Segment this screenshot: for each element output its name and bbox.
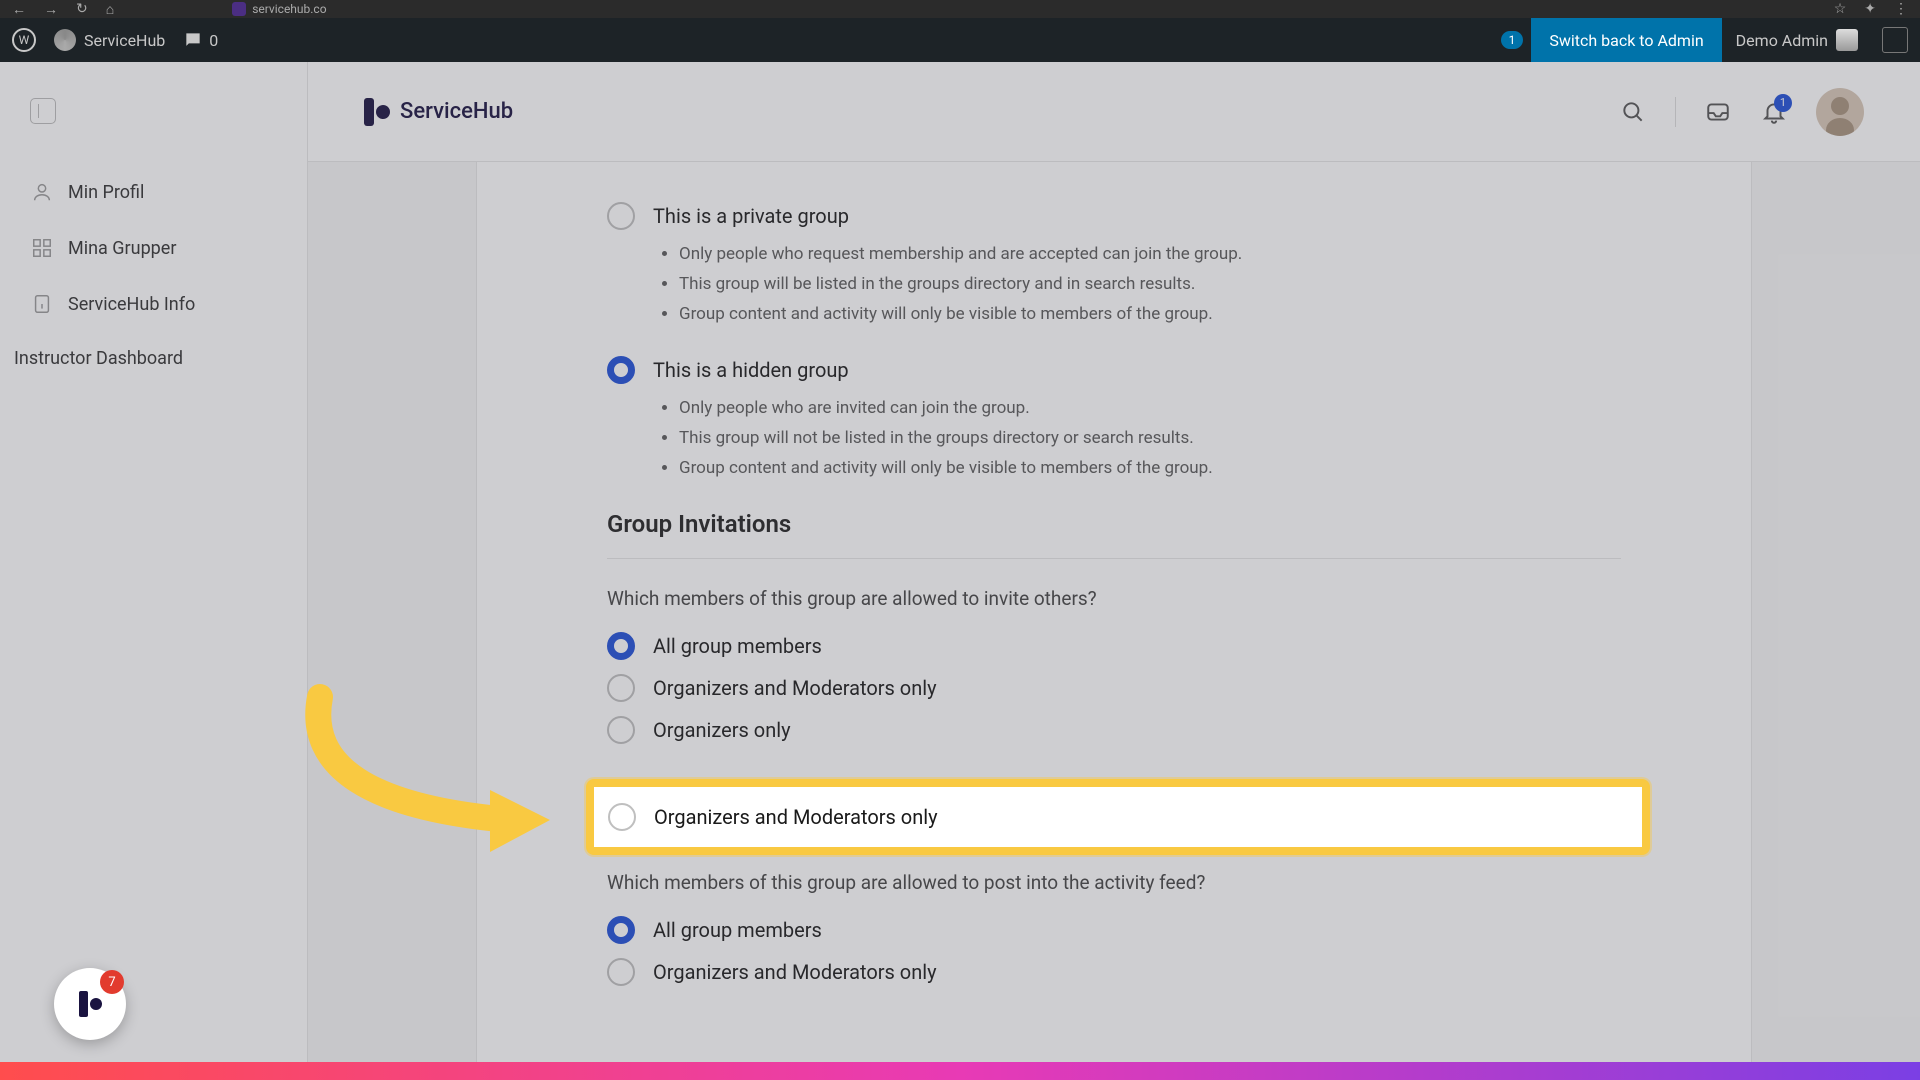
detail-item: Group content and activity will only be … bbox=[679, 300, 1621, 328]
sidebar-item-label: Mina Grupper bbox=[68, 238, 176, 259]
detail-item: Only people who are invited can join the… bbox=[679, 394, 1621, 422]
inbox-button[interactable] bbox=[1704, 98, 1732, 126]
privacy-option-private[interactable]: This is a private group bbox=[607, 202, 1621, 230]
brand-name: ServiceHub bbox=[400, 99, 513, 124]
radio-label: Organizers and Moderators only bbox=[653, 960, 937, 984]
logo-icon bbox=[364, 98, 390, 126]
sidebar-item-label: Instructor Dashboard bbox=[14, 348, 183, 369]
topbar: ServiceHub 1 bbox=[308, 62, 1920, 162]
radio-label: All group members bbox=[653, 918, 822, 942]
gradient-bar bbox=[0, 1062, 1920, 1080]
sidebar-item-profile[interactable]: Min Profil bbox=[0, 164, 307, 220]
switch-back-button[interactable]: Switch back to Admin bbox=[1531, 18, 1721, 62]
help-bubble[interactable]: 7 bbox=[54, 968, 126, 1040]
url-text: servicehub.co bbox=[252, 2, 326, 16]
section-heading-invitations: Group Invitations bbox=[607, 510, 1621, 559]
browser-menu-icon[interactable]: ⋮ bbox=[1894, 1, 1908, 17]
user-icon bbox=[30, 180, 54, 204]
radio-label: Organizers only bbox=[653, 718, 791, 742]
divider bbox=[1675, 97, 1676, 127]
main: ServiceHub 1 This is bbox=[308, 62, 1920, 1080]
invitations-subtext: Which members of this group are allowed … bbox=[607, 587, 1621, 610]
activity-option-organizers-moderators[interactable]: Organizers and Moderators only bbox=[607, 958, 1621, 986]
site-name[interactable]: ServiceHub bbox=[84, 31, 165, 50]
admin-username: Demo Admin bbox=[1736, 31, 1828, 50]
screen-options-icon[interactable] bbox=[1882, 27, 1908, 53]
sidebar-item-groups[interactable]: Mina Grupper bbox=[0, 220, 307, 276]
sidebar-item-instructor[interactable]: Instructor Dashboard bbox=[0, 332, 307, 385]
search-icon bbox=[1620, 99, 1646, 125]
comment-icon bbox=[183, 30, 203, 50]
wp-admin-bar: W ServiceHub 0 1 Switch back to Admin De… bbox=[0, 18, 1920, 62]
notifications-button[interactable]: 1 bbox=[1760, 98, 1788, 126]
highlight-label: Organizers and Moderators only bbox=[654, 805, 938, 829]
radio-icon[interactable] bbox=[607, 202, 635, 230]
detail-item: This group will not be listed in the gro… bbox=[679, 424, 1621, 452]
arrow-annotation bbox=[290, 682, 570, 886]
grid-icon bbox=[30, 236, 54, 260]
activity-subtext: Which members of this group are allowed … bbox=[607, 871, 1621, 894]
app: Min Profil Mina Grupper ServiceHub Info … bbox=[0, 62, 1920, 1080]
browser-chrome: ← → ↻ ⌂ servicehub.co ☆ ✦ ⋮ bbox=[0, 0, 1920, 18]
detail-item: This group will be listed in the groups … bbox=[679, 270, 1621, 298]
radio-label: This is a private group bbox=[653, 204, 849, 228]
extensions-icon[interactable]: ✦ bbox=[1864, 1, 1876, 17]
admin-user-menu[interactable]: Demo Admin bbox=[1722, 29, 1872, 51]
site-icon[interactable] bbox=[54, 29, 76, 51]
sidebar: Min Profil Mina Grupper ServiceHub Info … bbox=[0, 62, 308, 1080]
info-icon bbox=[30, 292, 54, 316]
forward-icon[interactable]: → bbox=[44, 1, 58, 18]
sidebar-item-label: Min Profil bbox=[68, 182, 144, 203]
avatar-icon bbox=[1836, 29, 1858, 51]
comments-link[interactable]: 0 bbox=[183, 30, 218, 50]
radio-icon[interactable] bbox=[607, 632, 635, 660]
notification-badge: 1 bbox=[1774, 94, 1792, 112]
privacy-option-hidden[interactable]: This is a hidden group bbox=[607, 356, 1621, 384]
detail-item: Only people who request membership and a… bbox=[679, 240, 1621, 268]
invitations-option-organizers[interactable]: Organizers only bbox=[607, 716, 1621, 744]
search-button[interactable] bbox=[1619, 98, 1647, 126]
comments-count: 0 bbox=[209, 31, 218, 50]
invitations-option-organizers-moderators[interactable]: Organizers and Moderators only bbox=[607, 674, 1621, 702]
favicon-icon bbox=[232, 2, 246, 16]
back-icon[interactable]: ← bbox=[12, 1, 26, 18]
invitations-option-all[interactable]: All group members bbox=[607, 632, 1621, 660]
wordpress-icon[interactable]: W bbox=[12, 28, 36, 52]
hidden-group-details: Only people who are invited can join the… bbox=[679, 394, 1621, 482]
sidebar-item-label: ServiceHub Info bbox=[68, 294, 195, 315]
url-bar[interactable]: servicehub.co bbox=[232, 2, 326, 16]
pending-badge[interactable]: 1 bbox=[1501, 31, 1524, 49]
bookmark-star-icon[interactable]: ☆ bbox=[1834, 1, 1847, 17]
home-icon[interactable]: ⌂ bbox=[106, 1, 114, 18]
detail-item: Group content and activity will only be … bbox=[679, 454, 1621, 482]
sidebar-item-info[interactable]: ServiceHub Info bbox=[0, 276, 307, 332]
radio-icon[interactable] bbox=[607, 356, 635, 384]
radio-icon[interactable] bbox=[607, 674, 635, 702]
inbox-icon bbox=[1705, 99, 1731, 125]
settings-panel: This is a private group Only people who … bbox=[476, 162, 1752, 1080]
brand-logo[interactable]: ServiceHub bbox=[364, 98, 513, 126]
private-group-details: Only people who request membership and a… bbox=[679, 240, 1621, 328]
reload-icon[interactable]: ↻ bbox=[76, 1, 88, 17]
collapse-sidebar-button[interactable] bbox=[30, 98, 56, 124]
radio-icon[interactable] bbox=[607, 716, 635, 744]
highlight-callout: Organizers and Moderators only bbox=[586, 779, 1650, 855]
radio-label: This is a hidden group bbox=[653, 358, 849, 382]
bubble-badge: 7 bbox=[100, 970, 124, 994]
radio-label: All group members bbox=[653, 634, 822, 658]
radio-label: Organizers and Moderators only bbox=[653, 676, 937, 700]
logo-icon bbox=[79, 991, 102, 1017]
activity-option-all[interactable]: All group members bbox=[607, 916, 1621, 944]
radio-icon[interactable] bbox=[607, 958, 635, 986]
radio-icon[interactable] bbox=[608, 803, 636, 831]
radio-icon[interactable] bbox=[607, 916, 635, 944]
user-avatar[interactable] bbox=[1816, 88, 1864, 136]
